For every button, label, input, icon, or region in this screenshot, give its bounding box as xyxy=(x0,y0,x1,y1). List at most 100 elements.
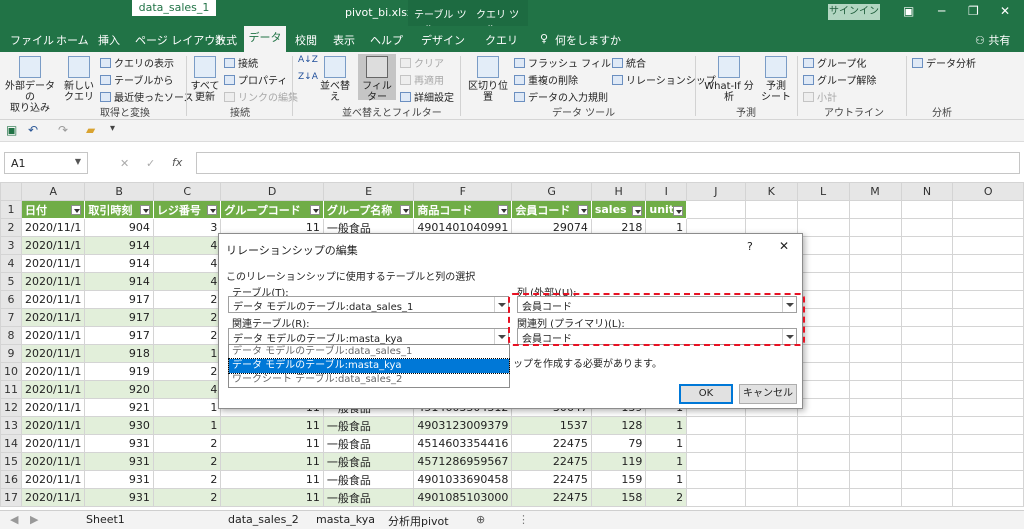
table-cell[interactable]: 2020/11/1 xyxy=(20,326,86,345)
cell[interactable] xyxy=(796,272,850,291)
table-cell[interactable]: 3 xyxy=(152,218,222,237)
column-header[interactable]: J xyxy=(686,182,746,201)
group-button[interactable]: グループ化 xyxy=(803,55,866,70)
cell[interactable] xyxy=(952,488,1024,507)
redo-icon[interactable]: ↷ xyxy=(58,123,68,137)
flash-fill-button[interactable]: フラッシュ フィル xyxy=(514,55,611,70)
column-header[interactable]: D xyxy=(220,182,324,201)
table-cell[interactable]: 4901033690458 xyxy=(413,470,513,489)
cell[interactable] xyxy=(686,488,746,507)
tab-design[interactable]: デザイン xyxy=(421,32,465,48)
signin-button[interactable]: サインイン xyxy=(828,4,880,20)
filter-dropdown-icon[interactable] xyxy=(498,204,509,215)
cell[interactable] xyxy=(744,416,798,435)
table-cell[interactable]: 2020/11/1 xyxy=(20,254,86,273)
cell[interactable] xyxy=(900,290,954,309)
filter-dropdown-icon[interactable] xyxy=(673,206,684,216)
cell[interactable] xyxy=(848,488,902,507)
cell[interactable] xyxy=(796,200,850,219)
table-cell[interactable]: 2 xyxy=(152,362,222,381)
cell[interactable] xyxy=(900,452,954,471)
table-cell[interactable]: 1537 xyxy=(511,416,592,435)
cell[interactable] xyxy=(952,236,1024,255)
table-cell[interactable]: 4 xyxy=(152,380,222,399)
minimize-icon[interactable]: ─ xyxy=(938,4,945,18)
cell[interactable] xyxy=(796,488,850,507)
save-icon[interactable]: ▣ xyxy=(6,123,17,137)
cell[interactable] xyxy=(952,272,1024,291)
tab-insert[interactable]: 挿入 xyxy=(98,32,120,48)
cell[interactable] xyxy=(952,380,1024,399)
tab-query[interactable]: クエリ xyxy=(485,32,518,48)
table-cell[interactable]: 2020/11/1 xyxy=(20,452,86,471)
column-header[interactable]: M xyxy=(848,182,902,201)
cell[interactable] xyxy=(744,200,798,219)
cell[interactable] xyxy=(900,398,954,417)
show-queries-button[interactable]: クエリの表示 xyxy=(100,55,174,70)
cell[interactable] xyxy=(900,254,954,273)
column-header[interactable]: C xyxy=(152,182,222,201)
cell[interactable] xyxy=(952,470,1024,489)
table-cell[interactable]: 4901085103000 xyxy=(413,488,513,507)
column-header[interactable]: K xyxy=(744,182,798,201)
advanced-button[interactable]: 詳細設定 xyxy=(400,89,454,104)
column-header[interactable]: O xyxy=(952,182,1024,201)
table-select[interactable]: データ モデルのテーブル:data_sales_1 xyxy=(228,296,509,313)
row-header[interactable]: 7 xyxy=(0,308,22,327)
cell[interactable] xyxy=(848,218,902,237)
cell[interactable] xyxy=(900,326,954,345)
new-query-button[interactable]: 新しい クエリ xyxy=(62,56,96,103)
column-header[interactable]: N xyxy=(900,182,954,201)
cell[interactable] xyxy=(900,488,954,507)
table-cell[interactable]: 11 xyxy=(220,488,324,507)
cell[interactable] xyxy=(686,434,746,453)
cell[interactable] xyxy=(952,326,1024,345)
table-cell[interactable]: 2020/11/1 xyxy=(20,416,86,435)
table-cell[interactable]: 2 xyxy=(152,308,222,327)
filter-dropdown-icon[interactable] xyxy=(577,204,588,215)
table-cell[interactable]: 4903123009379 xyxy=(413,416,513,435)
cell[interactable] xyxy=(952,362,1024,381)
column-header[interactable]: F xyxy=(413,182,513,201)
table-cell[interactable]: 2 xyxy=(645,488,688,507)
get-external-data-button[interactable]: 外部データの 取り込み xyxy=(4,56,56,114)
column-header[interactable]: A xyxy=(20,182,86,201)
cell[interactable] xyxy=(796,452,850,471)
table-cell[interactable]: 914 xyxy=(84,272,154,291)
close-icon[interactable]: ✕ xyxy=(1000,4,1010,18)
edit-links-button[interactable]: リンクの編集 xyxy=(224,89,298,104)
scroll-right-icon[interactable]: ▶ xyxy=(30,513,38,526)
table-cell[interactable]: 一般食品 xyxy=(322,488,415,507)
row-header[interactable]: 8 xyxy=(0,326,22,345)
table-cell[interactable]: 921 xyxy=(84,398,154,417)
table-cell[interactable]: 一般食品 xyxy=(322,470,415,489)
cell[interactable] xyxy=(900,416,954,435)
cancel-entry-icon[interactable]: ✕ xyxy=(120,157,129,170)
cell[interactable] xyxy=(796,398,850,417)
table-cell[interactable]: 918 xyxy=(84,344,154,363)
table-cell[interactable]: 2020/11/1 xyxy=(20,272,86,291)
tab-page-layout[interactable]: ページ レイアウト xyxy=(135,32,226,48)
add-sheet-icon[interactable]: ⊕ xyxy=(476,513,485,526)
row-header[interactable]: 14 xyxy=(0,434,22,453)
row-header[interactable]: 9 xyxy=(0,344,22,363)
table-cell[interactable]: 2 xyxy=(152,452,222,471)
row-header[interactable]: 13 xyxy=(0,416,22,435)
cell[interactable] xyxy=(952,398,1024,417)
table-cell[interactable]: 4 xyxy=(152,236,222,255)
cell[interactable] xyxy=(848,344,902,363)
tab-formulas[interactable]: 数式 xyxy=(215,32,237,48)
cancel-button[interactable]: キャンセル xyxy=(739,384,797,404)
cell[interactable] xyxy=(796,254,850,273)
recent-sources-button[interactable]: 最近使ったソース xyxy=(100,89,194,104)
table-cell[interactable]: 一般食品 xyxy=(322,416,415,435)
table-cell[interactable]: 119 xyxy=(590,452,647,471)
column-header[interactable]: E xyxy=(322,182,415,201)
table-cell[interactable]: 2 xyxy=(152,470,222,489)
cell[interactable] xyxy=(848,200,902,219)
table-cell[interactable]: 931 xyxy=(84,434,154,453)
table-cell[interactable]: 2020/11/1 xyxy=(20,344,86,363)
table-header-cell[interactable]: 日付 xyxy=(20,200,86,219)
filter-dropdown-icon[interactable] xyxy=(139,204,150,215)
cell[interactable] xyxy=(744,452,798,471)
